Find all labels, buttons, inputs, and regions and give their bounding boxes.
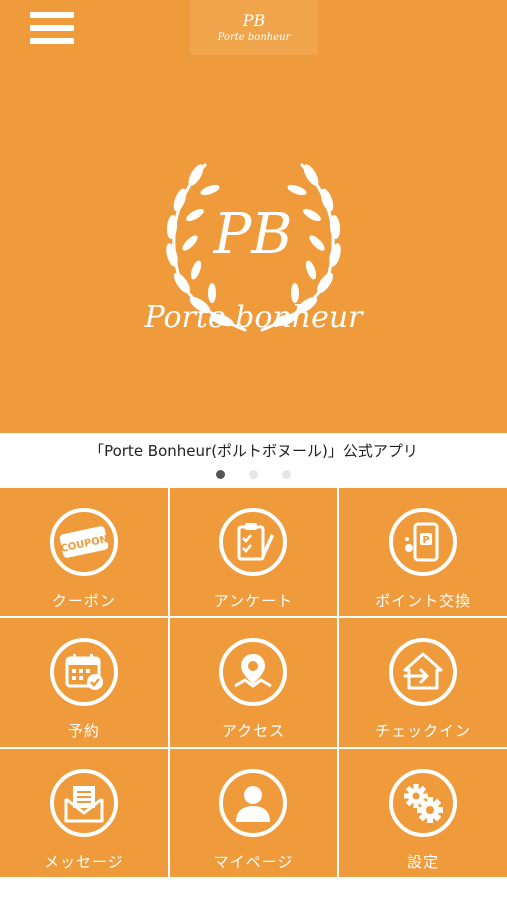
menu-grid: COUPON クーポン アンケート P ポイント交換 予約 アクセス チェックイ…	[0, 488, 507, 877]
checkin-icon	[389, 638, 458, 707]
point-phone-icon: P	[389, 508, 458, 576]
coupon-icon: COUPON	[49, 508, 118, 576]
menu-tile-settings[interactable]: 設定	[339, 748, 507, 877]
menu-label: ポイント交換	[375, 592, 472, 610]
slider-dot[interactable]	[282, 470, 291, 479]
menu-label: 予約	[67, 722, 100, 741]
menu-tile-access[interactable]: アクセス	[169, 618, 338, 747]
menu-tile-message[interactable]: メッセージ	[0, 748, 168, 877]
envelope-icon	[49, 768, 118, 837]
slider-dot[interactable]	[216, 470, 225, 479]
menu-label: チェックイン	[375, 722, 472, 741]
header-logo[interactable]: PB Porte bonheur	[190, 0, 318, 55]
hero-banner: PB Porte bonheur	[0, 55, 507, 433]
hamburger-menu-icon[interactable]	[30, 10, 74, 46]
menu-label: アンケート	[213, 592, 294, 610]
menu-label: マイページ	[213, 852, 294, 871]
bottom-spacer	[0, 877, 507, 900]
menu-label: アクセス	[221, 722, 286, 741]
user-icon	[219, 768, 288, 837]
header-logo-name: Porte bonheur	[217, 32, 291, 43]
gear-icon	[389, 768, 458, 837]
menu-tile-points[interactable]: P ポイント交換	[339, 488, 507, 617]
menu-tile-coupon[interactable]: COUPON クーポン	[0, 488, 168, 617]
map-pin-icon	[219, 638, 288, 707]
laurel-wreath-icon: PB	[166, 163, 341, 332]
menu-tile-reservation[interactable]: 予約	[0, 618, 168, 747]
calendar-icon	[49, 638, 118, 707]
app-caption: 「Porte Bonheur(ポルトボヌール)」公式アプリ	[89, 442, 418, 460]
menu-tile-mypage[interactable]: マイページ	[169, 748, 338, 877]
menu-tile-survey[interactable]: アンケート	[169, 488, 338, 617]
menu-label: クーポン	[51, 592, 116, 610]
menu-label: 設定	[407, 852, 440, 871]
menu-label: メッセージ	[43, 852, 124, 871]
slider-dot[interactable]	[249, 470, 258, 479]
menu-tile-checkin[interactable]: チェックイン	[339, 618, 507, 747]
svg-text:P: P	[422, 535, 429, 546]
survey-clipboard-icon	[219, 508, 288, 576]
app-header: PB Porte bonheur	[0, 0, 507, 55]
hero-brand-name: Porte bonheur	[144, 300, 363, 335]
slider-pagination	[0, 470, 507, 479]
header-logo-monogram: PB	[242, 11, 266, 30]
hero-monogram: PB	[213, 202, 293, 267]
